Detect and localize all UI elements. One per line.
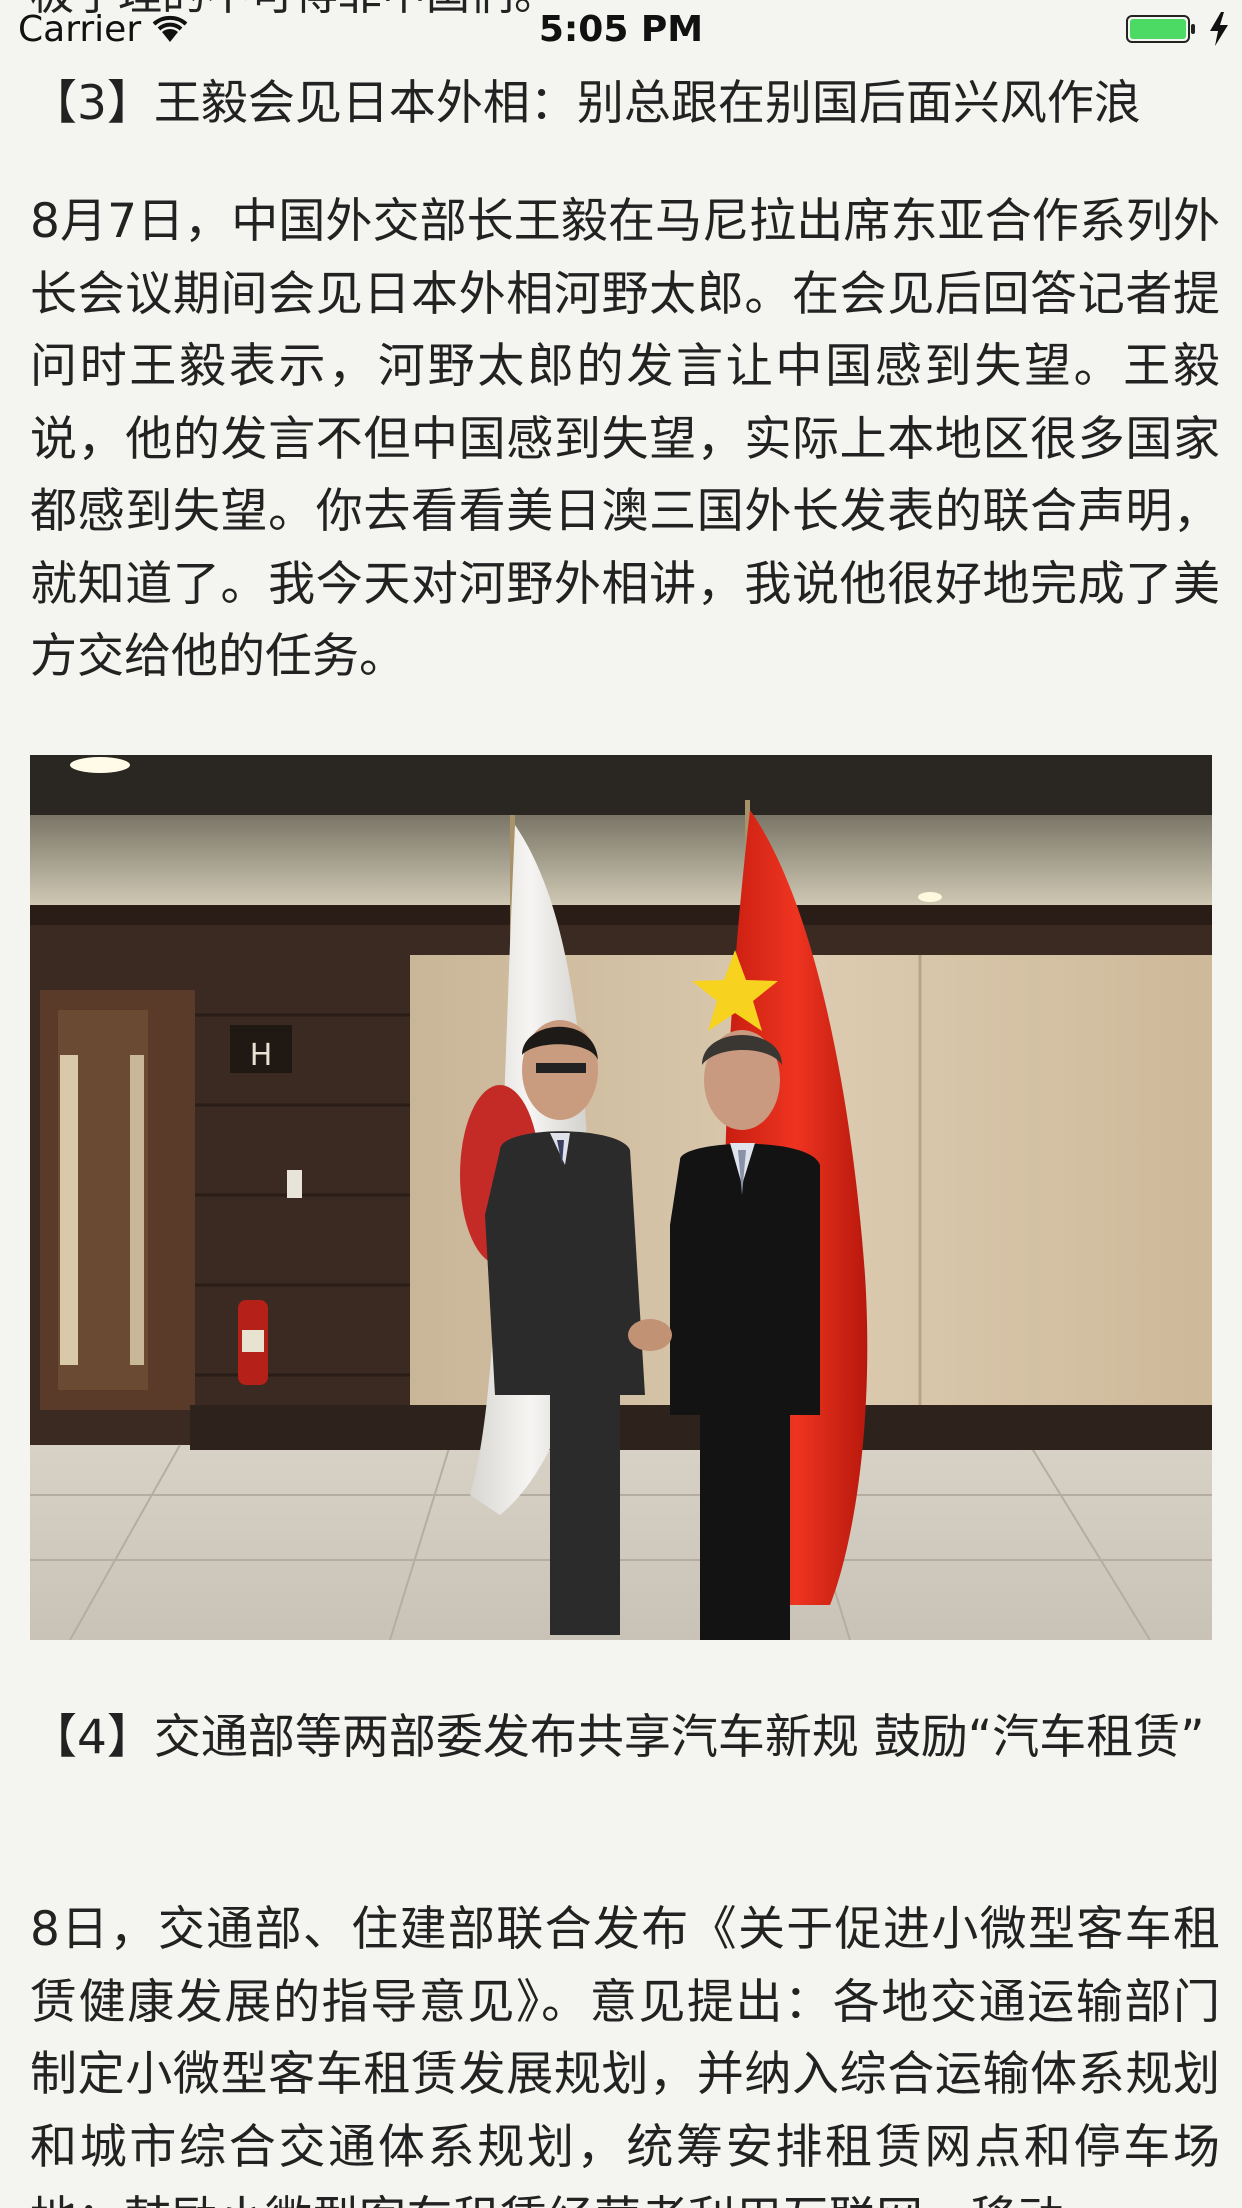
status-bar: 极了理的不可得罪中国们。 Carrier 5:05 PM (0, 0, 1242, 60)
section-3-paragraph: 8月7日，中国外交部长王毅在马尼拉出席东亚合作系列外长会议期间会见日本外相河野太… (30, 194, 1220, 684)
photo-sign-text: H (250, 1038, 273, 1073)
section-4-title: 【4】交通部等两部委发布共享汽车新规 鼓励“汽车租赁” (30, 1710, 1205, 1765)
section-4-paragraph: 8日，交通部、住建部联合发布《关于促进小微型客车租赁健康发展的指导意见》。意见提… (30, 1902, 1220, 2208)
battery-icon (1126, 15, 1195, 43)
section-3-title: 【3】王毅会见日本外相：别总跟在别国后面兴风作浪 (30, 76, 1141, 131)
app-screen: 【3】王毅会见日本外相：别总跟在别国后面兴风作浪 8月7日，中国外交部长王毅在马… (0, 0, 1242, 2208)
charging-bolt-icon (1210, 12, 1228, 46)
article-photo[interactable]: H (30, 755, 1212, 1640)
clock: 5:05 PM (538, 9, 704, 50)
photo-illustration: H (30, 755, 1212, 1640)
